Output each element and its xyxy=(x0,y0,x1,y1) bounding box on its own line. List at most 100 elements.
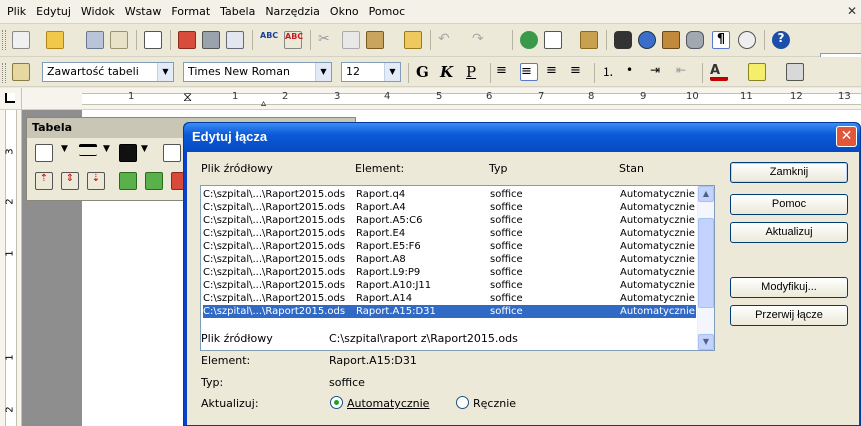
clone-formatting-icon[interactable] xyxy=(404,31,422,49)
menu-tabela[interactable]: Tabela xyxy=(215,5,260,18)
line-style-icon[interactable] xyxy=(79,144,97,156)
hyperlink-icon[interactable] xyxy=(520,31,538,49)
save-icon[interactable] xyxy=(86,31,104,49)
right-indent-marker[interactable]: ▵ xyxy=(261,98,266,109)
menu-narzedzia[interactable]: Narzędzia xyxy=(260,5,325,18)
paragraph-style-select[interactable]: Zawartość tabeli ▼ xyxy=(42,62,174,82)
dialog-body: Plik źródłowy Element: Typ Stan C:\szpit… xyxy=(187,152,859,425)
insert-rows-icon[interactable] xyxy=(119,172,137,190)
increase-indent-icon[interactable]: ⇥ xyxy=(650,63,668,81)
first-line-indent-marker[interactable]: ⧖ xyxy=(183,90,192,105)
navigator-icon[interactable] xyxy=(638,31,656,49)
toolbar-grip[interactable] xyxy=(2,30,6,50)
chevron-down-icon[interactable]: ▼ xyxy=(315,63,331,81)
update-button[interactable]: Aktualizuj xyxy=(730,222,848,243)
bold-button[interactable]: G xyxy=(416,63,429,81)
update-manual-label[interactable]: Ręcznie xyxy=(473,397,516,410)
show-draw-functions-icon[interactable] xyxy=(580,31,598,49)
help-icon[interactable]: ? xyxy=(772,31,790,49)
table-row[interactable]: C:\szpital\...\Raport2015.ods Raport.A4 so… xyxy=(203,201,696,214)
borders-icon[interactable] xyxy=(163,144,181,162)
font-size-select[interactable]: 12 ▼ xyxy=(341,62,401,82)
modify-button[interactable]: Modyfikuj... xyxy=(730,277,848,298)
italic-button[interactable]: K xyxy=(440,63,453,81)
redo-icon[interactable]: ↷ xyxy=(472,31,490,49)
border-color-icon[interactable] xyxy=(119,144,137,162)
align-bottom-icon[interactable]: ⇣ xyxy=(87,172,105,190)
table-row[interactable]: C:\szpital\...\Raport2015.ods Raport.E4 so… xyxy=(203,227,696,240)
update-automatic-radio[interactable] xyxy=(330,396,343,409)
toolbar-grip[interactable] xyxy=(2,63,6,83)
menu-wstaw[interactable]: Wstaw xyxy=(120,5,167,18)
auto-spellcheck-icon[interactable]: ABC xyxy=(284,31,303,49)
spellcheck-icon[interactable]: ABC xyxy=(260,31,278,49)
scroll-thumb[interactable] xyxy=(698,218,714,308)
find-replace-icon[interactable] xyxy=(614,31,632,49)
table-row[interactable]: C:\szpital\...\Raport2015.ods Raport.A14 s… xyxy=(203,292,696,305)
print-icon[interactable] xyxy=(202,31,220,49)
menu-plik[interactable]: Plik xyxy=(2,5,31,18)
paste-icon[interactable] xyxy=(366,31,384,49)
menu-widok[interactable]: Widok xyxy=(76,5,120,18)
chevron-down-icon[interactable]: ▼ xyxy=(141,144,159,162)
font-color-icon[interactable]: A xyxy=(710,63,728,81)
table-row[interactable]: C:\szpital\...\Raport2015.ods Raport.A10:… xyxy=(203,279,696,292)
data-sources-icon[interactable] xyxy=(686,31,704,49)
menu-format[interactable]: Format xyxy=(166,5,215,18)
styles-formatting-icon[interactable] xyxy=(12,63,30,81)
align-top-icon[interactable]: ⇡ xyxy=(35,172,53,190)
print-preview-icon[interactable] xyxy=(226,31,244,49)
insert-table-icon[interactable] xyxy=(35,144,53,162)
chevron-down-icon[interactable]: ▼ xyxy=(157,63,173,81)
close-button[interactable]: Zamknij xyxy=(730,162,848,183)
align-center-icon[interactable]: ≡ xyxy=(520,63,538,81)
update-automatic-label[interactable]: Automatycznie xyxy=(347,397,429,410)
help-button[interactable]: Pomoc xyxy=(730,194,848,215)
scroll-up-icon[interactable]: ▲ xyxy=(698,186,714,202)
update-manual-radio[interactable] xyxy=(456,396,469,409)
table-icon[interactable] xyxy=(544,31,562,49)
open-folder-icon[interactable] xyxy=(46,31,64,49)
justify-icon[interactable]: ≡ xyxy=(570,63,588,81)
links-list[interactable]: C:\szpital\...\Raport2015.ods Raport.q4 so… xyxy=(200,185,715,351)
email-icon[interactable] xyxy=(110,31,128,49)
break-link-button[interactable]: Przerwij łącze xyxy=(730,305,848,326)
align-left-icon[interactable]: ≡ xyxy=(496,63,514,81)
export-pdf-icon[interactable] xyxy=(178,31,196,49)
underline-button[interactable]: P xyxy=(466,63,476,81)
undo-icon[interactable]: ↶ xyxy=(438,31,456,49)
table-row[interactable]: C:\szpital\...\Raport2015.ods Raport.L9:P… xyxy=(203,266,696,279)
center-vertically-icon[interactable]: ⇕ xyxy=(61,172,79,190)
insert-columns-icon[interactable] xyxy=(145,172,163,190)
zoom-icon[interactable] xyxy=(738,31,756,49)
table-row[interactable]: C:\szpital\...\Raport2015.ods Raport.A8 so… xyxy=(203,253,696,266)
dialog-title[interactable]: Edytuj łącza xyxy=(184,123,860,152)
highlighting-icon[interactable] xyxy=(748,63,766,81)
menu-edytuj[interactable]: Edytuj xyxy=(31,5,76,18)
bullets-icon[interactable]: • xyxy=(626,63,644,81)
links-list-scrollbar[interactable]: ▲ ▼ xyxy=(697,186,714,350)
chevron-down-icon[interactable]: ▼ xyxy=(61,144,79,162)
numbering-icon[interactable]: ⒈ xyxy=(602,63,620,81)
table-row[interactable]: C:\szpital\...\Raport2015.ods Raport.q4 so… xyxy=(203,188,696,201)
menu-okno[interactable]: Okno xyxy=(325,5,364,18)
table-row[interactable]: C:\szpital\...\Raport2015.ods Raport.E5:F… xyxy=(203,240,696,253)
new-document-icon[interactable] xyxy=(12,31,30,49)
chevron-down-icon[interactable]: ▼ xyxy=(384,63,400,81)
formatting-marks-icon[interactable]: ¶ xyxy=(712,31,730,49)
close-document-icon[interactable]: ✕ xyxy=(847,4,857,18)
close-icon[interactable]: ✕ xyxy=(836,126,857,147)
cut-icon[interactable]: ✂ xyxy=(318,31,336,49)
table-row[interactable]: C:\szpital\...\Raport2015.ods Raport.A5:C… xyxy=(203,214,696,227)
tab-stop-selector[interactable] xyxy=(0,88,22,110)
decrease-indent-icon[interactable]: ⇤ xyxy=(676,63,694,81)
edit-mode-icon[interactable] xyxy=(144,31,162,49)
copy-icon[interactable] xyxy=(342,31,360,49)
gallery-icon[interactable] xyxy=(662,31,680,49)
scroll-down-icon[interactable]: ▼ xyxy=(698,334,714,350)
menu-pomoc[interactable]: Pomoc xyxy=(364,5,410,18)
font-name-select[interactable]: Times New Roman ▼ xyxy=(183,62,332,82)
background-color-icon[interactable] xyxy=(786,63,804,81)
align-right-icon[interactable]: ≡ xyxy=(546,63,564,81)
table-row[interactable]: C:\szpital\...\Raport2015.ods Raport.A15:… xyxy=(202,304,697,319)
